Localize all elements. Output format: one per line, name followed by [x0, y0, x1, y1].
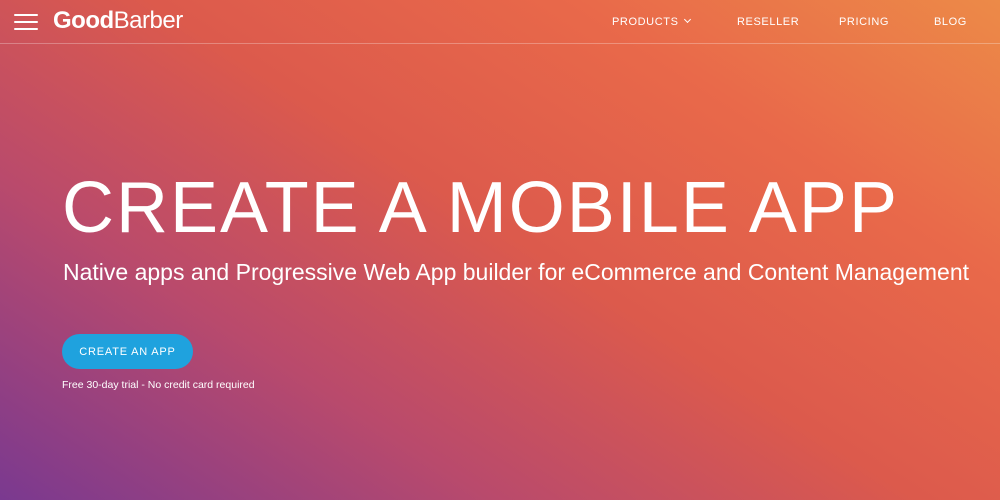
hamburger-line [14, 21, 38, 23]
nav-item-label: PRICING [839, 16, 890, 28]
nav-item-blog[interactable]: BLOG [934, 16, 967, 28]
logo-barber-text: Barber [113, 7, 184, 34]
nav-item-pricing[interactable]: PRICING [839, 16, 889, 28]
hero-section: Good Barber PRODUCTS RESELLER PRICING BLO… [0, 0, 1000, 500]
nav-item-label: RESELLER [737, 16, 800, 28]
hamburger-line [14, 14, 38, 16]
hero-title: CREATE A MOBILE APP [62, 168, 899, 248]
nav-item-label: BLOG [934, 16, 967, 28]
chevron-down-icon [683, 15, 691, 24]
nav-item-reseller[interactable]: RESELLER [737, 16, 799, 28]
trial-note: Free 30-day trial - No credit card requi… [62, 379, 255, 391]
goodbarber-logo[interactable]: Good Barber [53, 6, 183, 36]
create-app-button[interactable]: CREATE AN APP [62, 334, 193, 369]
logo-good-text: Good [53, 7, 114, 34]
hamburger-icon[interactable] [14, 14, 38, 30]
hero-subtitle: Native apps and Progressive Web App buil… [63, 259, 970, 285]
top-navigation-bar: Good Barber PRODUCTS RESELLER PRICING BLO… [0, 0, 1000, 44]
nav-item-label: PRODUCTS [612, 16, 679, 28]
hamburger-line [14, 28, 38, 30]
nav-item-products[interactable]: PRODUCTS [612, 15, 691, 28]
